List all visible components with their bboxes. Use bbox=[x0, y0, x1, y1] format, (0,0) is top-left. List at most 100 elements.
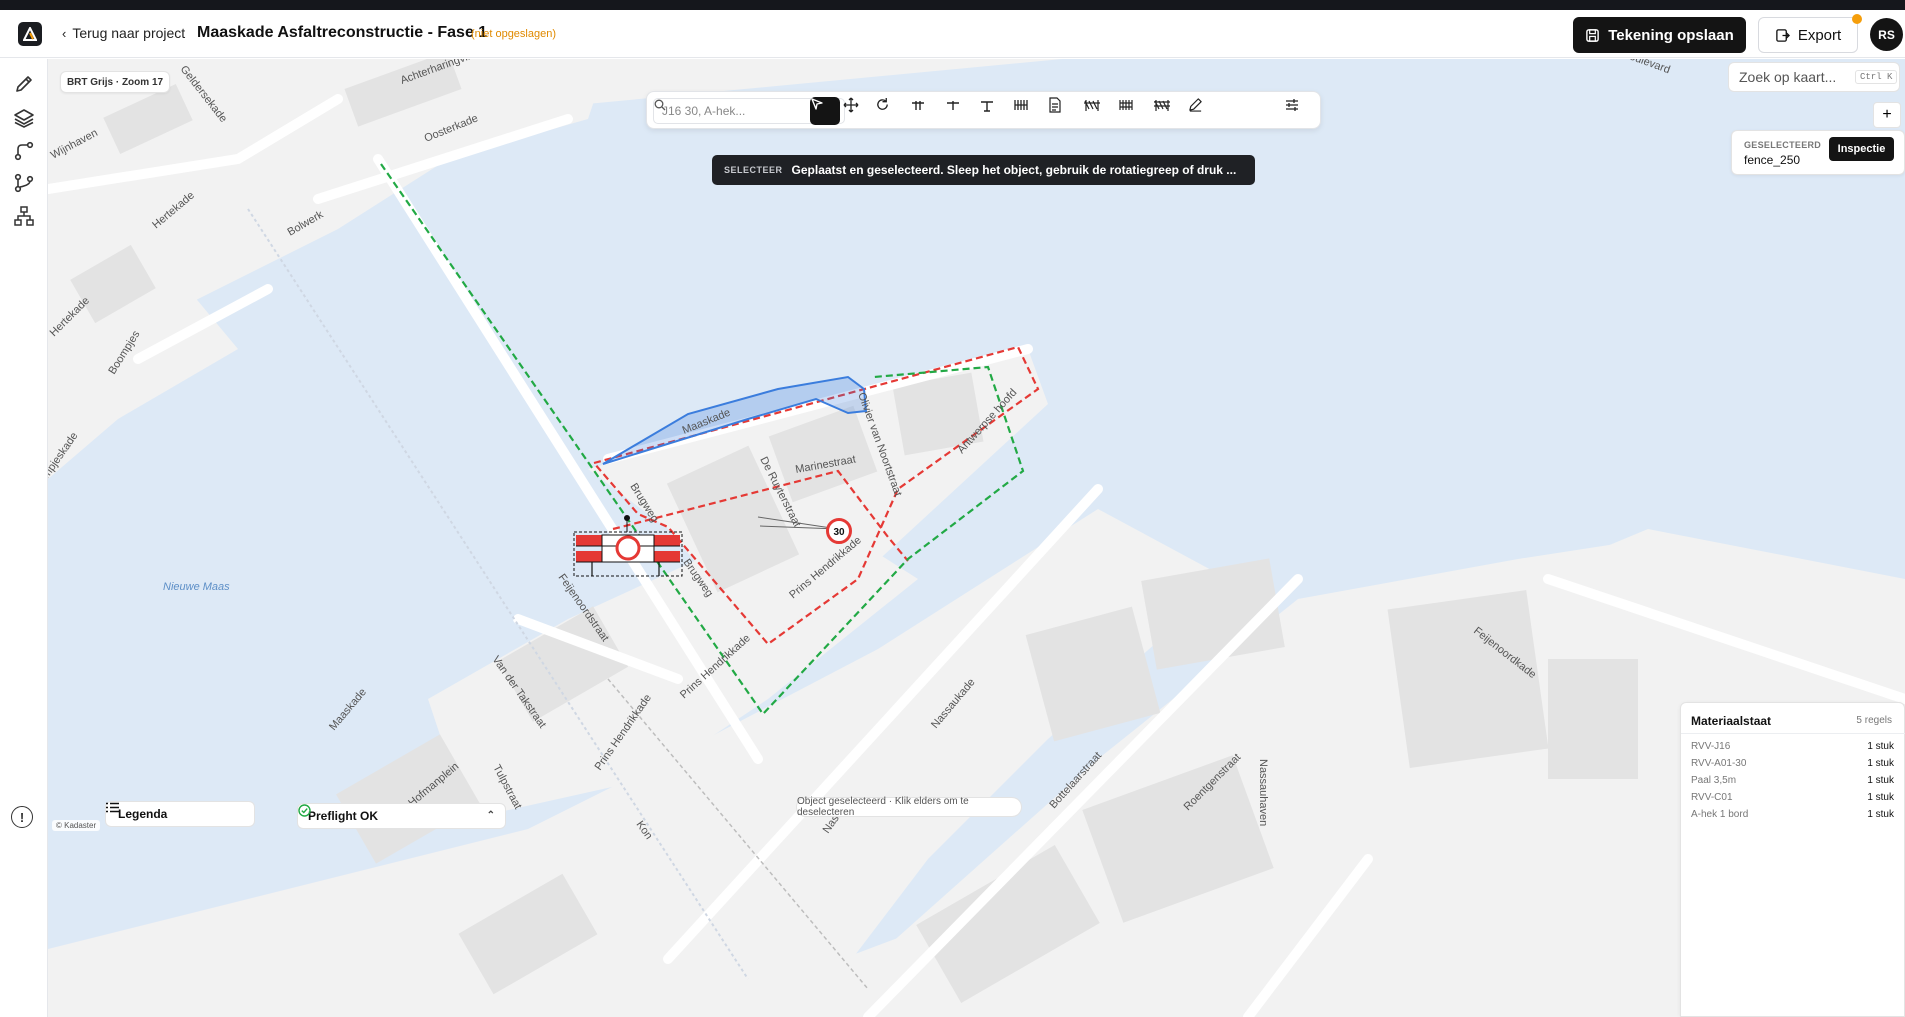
rail-hierarchy-button[interactable] bbox=[10, 202, 38, 230]
os-titlebar bbox=[0, 0, 1905, 10]
rail-layers-button[interactable] bbox=[10, 104, 38, 132]
materials-title: Materiaalstaat bbox=[1691, 714, 1772, 728]
sign-right-icon bbox=[981, 101, 993, 112]
map-search[interactable]: Ctrl K bbox=[1728, 62, 1900, 92]
user-avatar[interactable]: RS bbox=[1870, 18, 1903, 51]
map-search-input[interactable] bbox=[1739, 69, 1849, 85]
selection-banner: SELECTEER Geplaatst en geselecteerd. Sle… bbox=[712, 155, 1255, 185]
fence-board-right-top bbox=[654, 535, 680, 546]
fence-board-right-bottom bbox=[654, 551, 680, 562]
street-label: Nassauhaven bbox=[1257, 759, 1269, 826]
fence-rotate-handle[interactable] bbox=[624, 515, 630, 521]
zoom-in-button[interactable]: + bbox=[1873, 102, 1901, 128]
rail-draw-button[interactable] bbox=[10, 70, 38, 98]
materials-row-name: RVV-C01 bbox=[1691, 792, 1733, 803]
back-link-label: Terug naar project bbox=[72, 25, 186, 41]
check-circle-icon bbox=[298, 804, 311, 817]
barrier-double-icon bbox=[1119, 100, 1133, 110]
rail-branch-button[interactable] bbox=[10, 169, 38, 197]
legend-label: Legenda bbox=[118, 807, 168, 821]
app-logo[interactable] bbox=[18, 22, 42, 46]
preflight-status[interactable]: Preflight OK ⌃ bbox=[297, 803, 506, 829]
project-title: Maaskade Asfaltreconstructie - Fase 1 bbox=[197, 24, 488, 41]
materials-row-name: RVV-A01-30 bbox=[1691, 758, 1747, 769]
materials-row: A-hek 1 bord 1 stuk bbox=[1691, 809, 1894, 825]
materials-row-qty: 1 stuk bbox=[1867, 775, 1894, 786]
tool-sign-center[interactable] bbox=[945, 97, 975, 125]
document-icon bbox=[1049, 97, 1061, 113]
pen-icon bbox=[1189, 98, 1202, 112]
tool-sign-right[interactable] bbox=[979, 97, 1009, 125]
sign-left-icon bbox=[912, 101, 924, 110]
building-11 bbox=[1387, 590, 1549, 768]
speed-sign-value: 30 bbox=[833, 527, 845, 538]
tool-rotate[interactable] bbox=[875, 97, 905, 125]
building-14 bbox=[1548, 659, 1638, 779]
drawing-toolbar bbox=[646, 91, 1321, 129]
tool-fence-double[interactable] bbox=[1153, 97, 1183, 125]
tool-fence[interactable] bbox=[1083, 97, 1113, 125]
search-icon bbox=[654, 99, 666, 111]
tool-move[interactable] bbox=[843, 97, 873, 125]
tool-barrier[interactable] bbox=[1013, 97, 1043, 125]
banner-message: Geplaatst en geselecteerd. Sleep het obj… bbox=[791, 163, 1237, 177]
logo-icon bbox=[23, 27, 37, 41]
search-shortcut-badge: Ctrl K bbox=[1855, 70, 1898, 84]
basemap-zoom-chip: BRT Grijs · Zoom 17 bbox=[60, 71, 170, 93]
info-icon: ! bbox=[19, 809, 25, 825]
preflight-label: Preflight OK bbox=[308, 809, 379, 823]
materials-row-qty: 1 stuk bbox=[1867, 809, 1894, 820]
materials-row-qty: 1 stuk bbox=[1867, 792, 1894, 803]
materials-count: 5 regels bbox=[1856, 715, 1892, 726]
materials-row-qty: 1 stuk bbox=[1867, 758, 1894, 769]
tool-document[interactable] bbox=[1048, 97, 1078, 125]
map-drawing: 30 Geldersekade Achterharingvliet Wijnha… bbox=[48, 59, 1905, 1017]
selection-label: GESELECTEERD bbox=[1744, 140, 1822, 150]
inspect-button[interactable]: Inspectie bbox=[1829, 137, 1894, 161]
materials-divider bbox=[1681, 733, 1905, 734]
rail-route-button[interactable] bbox=[10, 137, 38, 165]
water-label: Nieuwe Maas bbox=[163, 581, 230, 593]
chevron-up-icon: ⌃ bbox=[486, 810, 495, 821]
notification-dot bbox=[1852, 14, 1862, 24]
materials-row: RVV-J16 1 stuk bbox=[1691, 741, 1894, 757]
save-icon bbox=[1586, 28, 1600, 42]
status-hint: Object geselecteerd · Klik elders om te … bbox=[796, 796, 1022, 818]
map-canvas[interactable]: 30 Geldersekade Achterharingvliet Wijnha… bbox=[48, 59, 1905, 1017]
materials-row-name: Paal 3,5m bbox=[1691, 775, 1737, 786]
export-button[interactable]: Export bbox=[1758, 17, 1858, 53]
fence-double-icon bbox=[1154, 100, 1170, 111]
pencil-icon bbox=[16, 76, 32, 92]
materials-row-name: A-hek 1 bord bbox=[1691, 809, 1749, 820]
tool-sign-left[interactable] bbox=[910, 97, 940, 125]
tool-barrier-double[interactable] bbox=[1118, 97, 1148, 125]
back-to-project-link[interactable]: ‹ Terug naar project bbox=[62, 25, 185, 41]
tool-pen[interactable] bbox=[1188, 97, 1218, 125]
tool-settings[interactable] bbox=[1284, 97, 1314, 125]
list-icon bbox=[106, 802, 119, 813]
layers-icon bbox=[14, 109, 34, 128]
save-drawing-button[interactable]: Tekening opslaan bbox=[1573, 17, 1746, 53]
materials-row-name: RVV-J16 bbox=[1691, 741, 1731, 752]
selection-value: fence_250 bbox=[1744, 153, 1801, 167]
toolbar-search-input[interactable] bbox=[662, 104, 812, 118]
fence-board-left-bottom bbox=[576, 551, 602, 562]
plus-icon: + bbox=[1882, 106, 1892, 123]
branch-icon bbox=[14, 173, 34, 193]
map-attribution: © Kadaster bbox=[52, 820, 101, 831]
materials-row: RVV-A01-30 1 stuk bbox=[1691, 758, 1894, 774]
fence-sign bbox=[615, 535, 641, 561]
save-button-label: Tekening opslaan bbox=[1608, 26, 1734, 44]
materials-row: Paal 3,5m 1 stuk bbox=[1691, 775, 1894, 791]
help-button[interactable]: ! bbox=[11, 806, 33, 828]
rotate-icon bbox=[877, 97, 888, 110]
selection-card: GESELECTEERD fence_250 Inspectie bbox=[1731, 130, 1905, 175]
legend-button[interactable]: Legenda bbox=[105, 801, 255, 827]
export-button-label: Export bbox=[1797, 26, 1842, 44]
move-icon bbox=[843, 97, 859, 113]
materials-panel: Materiaalstaat 5 regels RVV-J16 1 stuk R… bbox=[1680, 702, 1905, 1017]
chevron-left-icon: ‹ bbox=[62, 25, 67, 41]
hierarchy-icon bbox=[14, 206, 34, 226]
tool-select[interactable] bbox=[810, 97, 840, 125]
materials-row-qty: 1 stuk bbox=[1867, 741, 1894, 752]
